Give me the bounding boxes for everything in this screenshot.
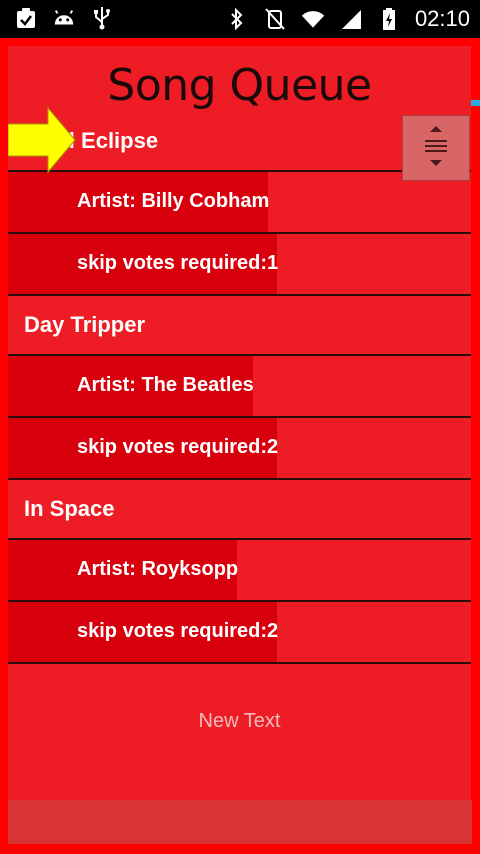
reorder-menu-button[interactable] (402, 115, 470, 181)
song-artist-row[interactable]: Artist: The Beatles (8, 356, 471, 418)
background-edge-right (471, 38, 480, 854)
background-footer (8, 800, 472, 844)
wifi-icon (301, 7, 325, 31)
song-skip-votes: skip votes required:1 (77, 252, 279, 274)
song-title-row[interactable]: In Space (8, 480, 471, 540)
bluetooth-icon (225, 7, 249, 31)
android-icon (52, 6, 76, 30)
song-artist: Artist: Billy Cobham (77, 190, 270, 212)
vibrate-muted-icon (263, 7, 287, 31)
song-artist: Artist: Royksopp (77, 558, 239, 580)
background-edge-left (0, 38, 8, 854)
current-song-arrow-icon (7, 106, 76, 174)
status-clock: 02:10 (414, 6, 470, 31)
song-skip-row[interactable]: skip votes required:1 (8, 234, 471, 296)
song-artist-row[interactable]: Artist: Billy Cobham (8, 172, 471, 234)
song-artist-row[interactable]: Artist: Royksopp (8, 540, 471, 602)
song-title-row[interactable]: Day Tripper (8, 296, 471, 356)
song-skip-row[interactable]: skip votes required:2 (8, 418, 471, 480)
panel-title: Song Queue (107, 60, 372, 111)
new-text-label: New Text (198, 710, 281, 732)
battery-icon (377, 7, 401, 31)
song-list: Total Eclipse Artist: Billy Cobham skip … (8, 112, 471, 664)
song-artist: Artist: The Beatles (77, 374, 254, 396)
signal-icon (339, 7, 363, 31)
song-title: Day Tripper (24, 312, 146, 337)
clipboard-check-icon (14, 6, 38, 30)
usb-icon (90, 6, 114, 30)
song-title: In Space (24, 496, 115, 521)
song-skip-votes: skip votes required:2 (77, 436, 279, 458)
status-bar: 02:10 (0, 0, 480, 38)
reorder-icon (422, 124, 450, 173)
song-skip-row[interactable]: skip votes required:2 (8, 602, 471, 664)
song-skip-votes: skip votes required:2 (77, 620, 279, 642)
